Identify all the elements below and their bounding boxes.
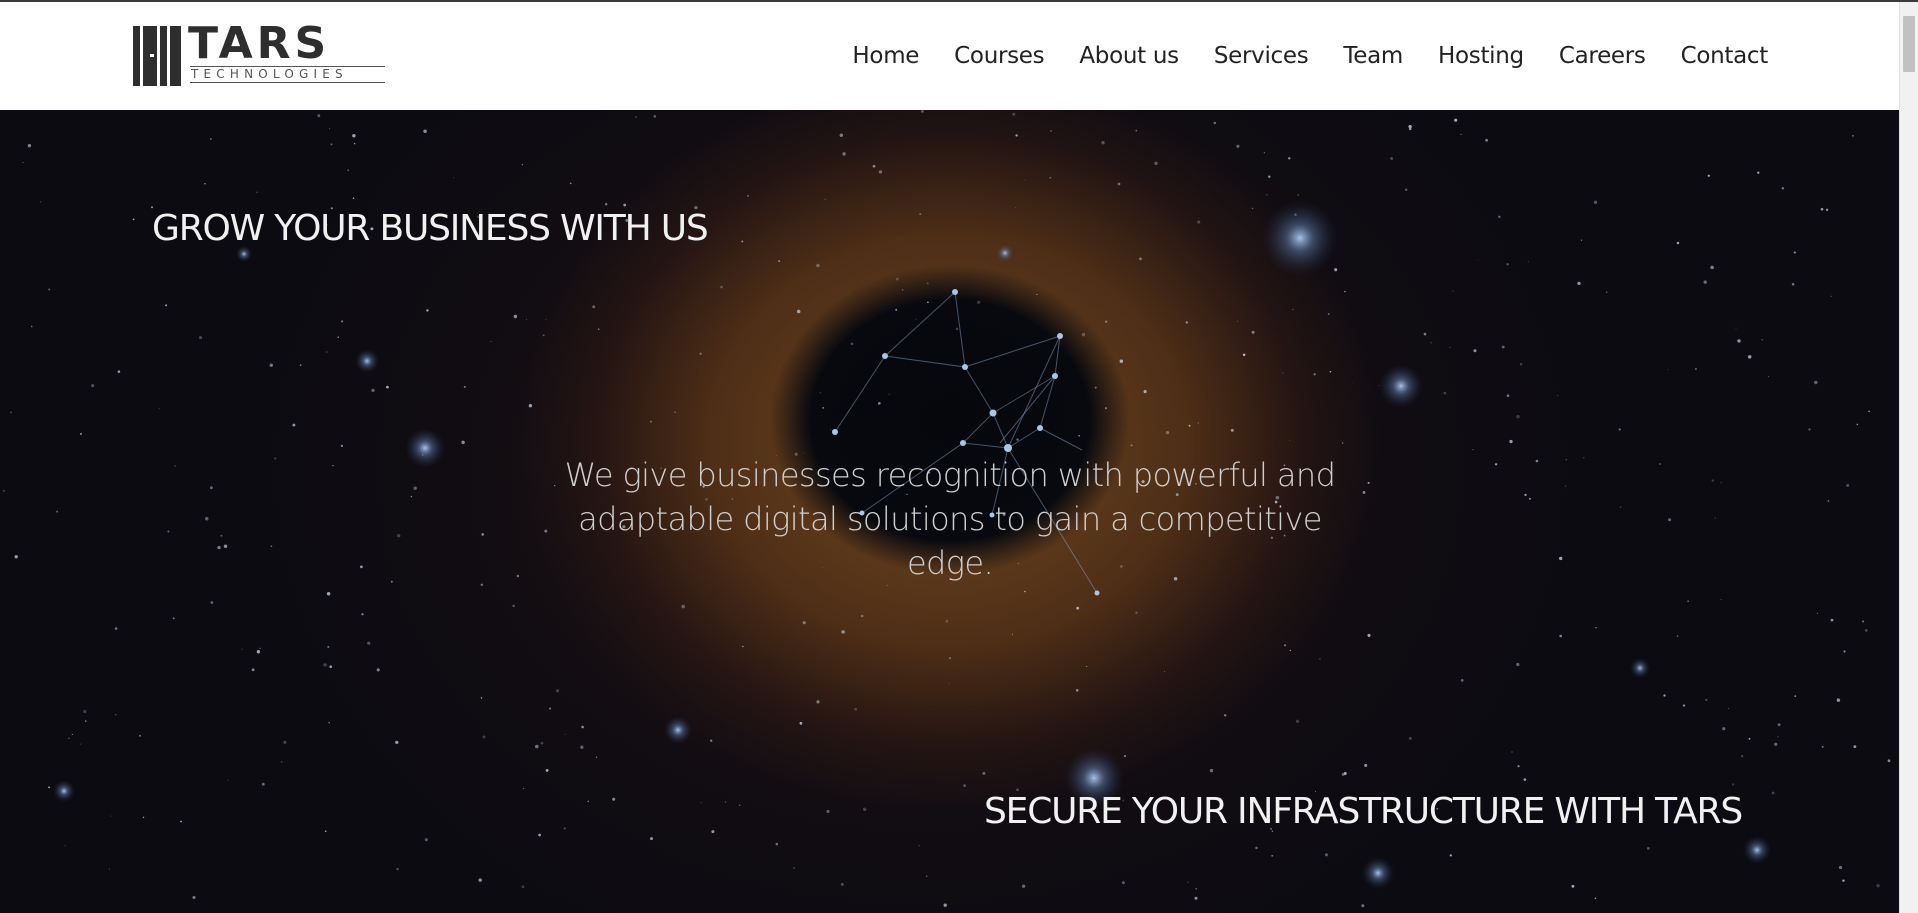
brand-name: TARS — [188, 18, 331, 69]
main-nav: Home Courses About us Services Team Host… — [852, 2, 1768, 110]
page-scrollbar[interactable] — [1899, 2, 1918, 913]
nav-home[interactable]: Home — [852, 43, 919, 69]
nav-courses[interactable]: Courses — [954, 43, 1044, 69]
brand-tagline: TECHNOLOGIES — [190, 66, 385, 83]
brand-logo[interactable]: TARS TECHNOLOGIES — [133, 20, 386, 88]
logo-mark-icon — [133, 26, 181, 86]
scrollbar-thumb[interactable] — [1903, 16, 1915, 72]
hero-headline-grow: GROW YOUR BUSINESS WITH US — [152, 208, 709, 249]
nav-contact[interactable]: Contact — [1681, 43, 1769, 69]
nav-hosting[interactable]: Hosting — [1438, 43, 1524, 69]
nav-careers[interactable]: Careers — [1559, 43, 1646, 69]
nav-services[interactable]: Services — [1214, 43, 1309, 69]
hero-headline-secure: SECURE YOUR INFRASTRUCTURE WITH TARS — [984, 791, 1743, 832]
site-header: TARS TECHNOLOGIES Home Courses About us … — [0, 2, 1899, 110]
nav-team[interactable]: Team — [1343, 43, 1403, 69]
nav-about-us[interactable]: About us — [1079, 43, 1179, 69]
hero-tagline: We give businesses recognition with powe… — [564, 456, 1336, 582]
hero-section: GROW YOUR BUSINESS WITH US We give busin… — [0, 110, 1899, 913]
